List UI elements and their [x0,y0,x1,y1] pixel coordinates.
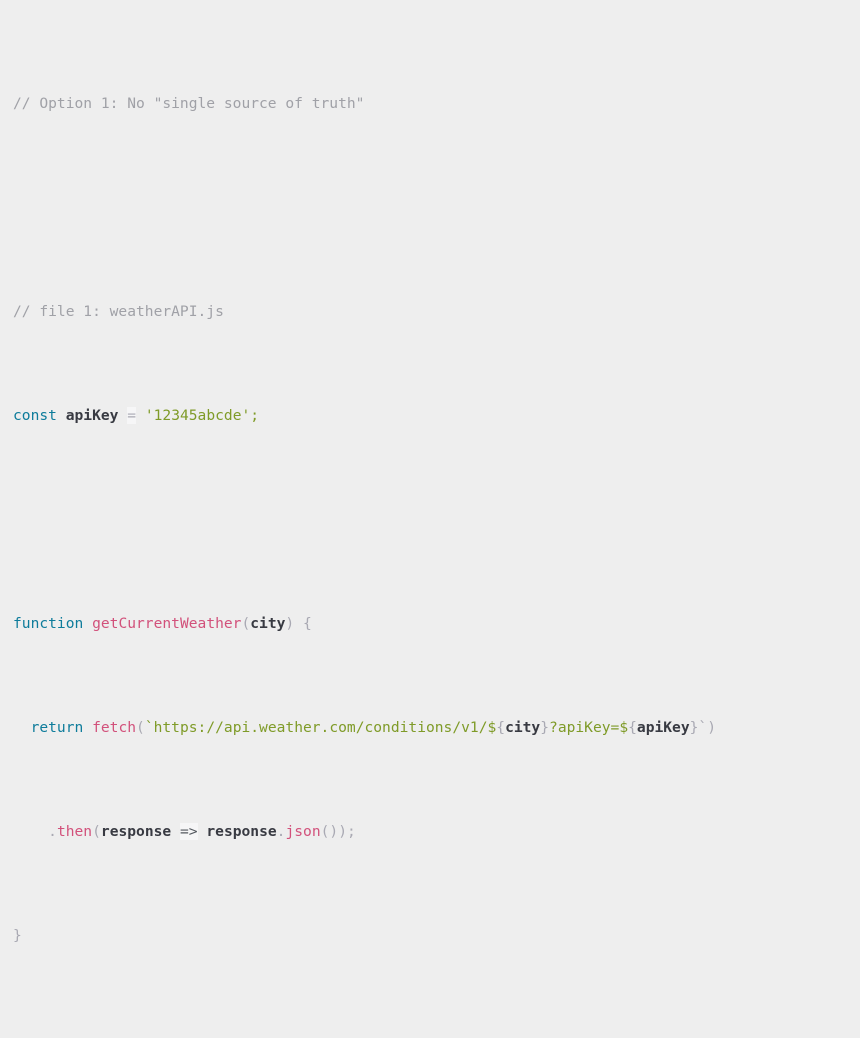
interpolation-brace-open-city: { [496,719,506,736]
paren-open-fetch: ( [136,719,145,736]
interpolation-brace-close-city: } [540,719,550,736]
operator-equals: = [127,407,137,424]
template-literal-url-start: `https://api.weather.com/conditions/v1/$ [144,719,497,736]
interpolation-brace-close-apikey: } [689,719,699,736]
template-literal-url-query: ?apiKey=$ [549,719,629,736]
paren-open-then: ( [92,823,101,840]
keyword-const: const [13,407,57,424]
code-line-5-blank [13,507,860,533]
template-literal-url-end: `) [698,719,716,736]
paren-open: ( [241,615,251,632]
code-line-4: const apiKey = '12345abcde'; [13,403,860,429]
parens-close-json: ()) [320,823,347,840]
identifier-apikey: apiKey [65,407,119,424]
keyword-return: return [30,719,84,736]
dot-json: . [276,823,286,840]
code-line-10-blank [13,1027,860,1038]
function-name-getcurrentweather: getCurrentWeather [92,615,242,632]
code-line-2-blank [13,195,860,221]
paren-close: ) [285,615,295,632]
semicolon-line-8: ; [346,823,356,840]
code-line-8: .then(response => response.json()); [13,819,860,845]
comment-file-1: // file 1: weatherAPI.js [13,303,224,320]
code-line-6: function getCurrentWeather(city) { [13,611,860,637]
brace-close-function-1: } [13,927,22,944]
keyword-function: function [13,615,84,632]
interpolation-brace-open-apikey: { [628,719,637,736]
function-call-fetch: fetch [92,719,137,736]
code-line-3: // file 1: weatherAPI.js [13,299,860,325]
comment-option-1: // Option 1: No "single source of truth" [13,95,365,112]
brace-open: { [303,615,312,632]
identifier-response: response [206,823,277,840]
method-then: then [56,823,93,840]
method-json: json [285,823,321,840]
string-apikey-value: '12345abcde'; [144,407,260,424]
param-city: city [250,615,286,632]
interpolation-apikey: apiKey [636,719,690,736]
operator-arrow: => [180,823,198,840]
interpolation-city: city [505,719,541,736]
code-line-1: // Option 1: No "single source of truth" [13,91,860,117]
code-line-7: return fetch(`https://api.weather.com/co… [13,715,860,741]
dot-then: . [48,823,57,840]
code-line-9: } [13,923,860,949]
code-block: // Option 1: No "single source of truth"… [0,0,860,1038]
param-response: response [100,823,172,840]
